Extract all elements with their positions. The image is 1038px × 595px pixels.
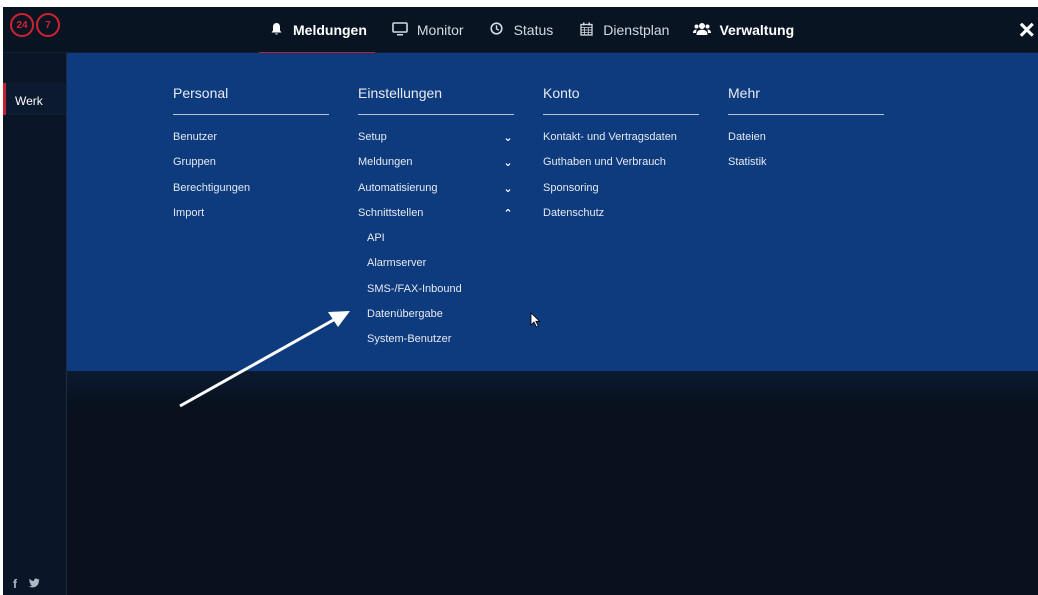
menu-column-einstellungen: Einstellungen Setup ⌄ Meldungen ⌄ Automati…: [358, 77, 514, 359]
app-window: 24 7 Meldungen Monitor Status Dienstplan…: [3, 7, 1038, 595]
menu-item-automatisierung[interactable]: Automatisierung ⌄: [358, 182, 514, 207]
chevron-down-icon[interactable]: ⌄: [502, 156, 514, 169]
submenu-item-alarmserver[interactable]: Alarmserver: [358, 257, 514, 282]
submenu-item-datenuebergabe[interactable]: Datenübergabe: [358, 308, 514, 333]
social-links: f: [13, 577, 40, 591]
nav-verwaltung[interactable]: Verwaltung: [681, 7, 806, 53]
menu-item-statistik[interactable]: Statistik: [728, 156, 884, 181]
menu-item-kontakt-vertragsdaten[interactable]: Kontakt- und Vertragsdaten: [543, 131, 699, 156]
twitter-icon[interactable]: [29, 577, 40, 591]
nav-status[interactable]: Status: [476, 7, 566, 53]
menu-heading-personal: Personal: [173, 77, 329, 115]
menu-item-guthaben-verbrauch[interactable]: Guthaben und Verbrauch: [543, 156, 699, 181]
nav-monitor-label: Monitor: [416, 22, 464, 38]
nav-dienstplan-label: Dienstplan: [603, 22, 670, 38]
menu-item-dateien[interactable]: Dateien: [728, 131, 884, 156]
sidebar: Werk f: [3, 53, 67, 595]
admin-menu-panel: Personal Benutzer Gruppen Berechtigungen…: [67, 53, 1038, 371]
logo[interactable]: 24 7: [10, 13, 60, 37]
chevron-up-icon[interactable]: ⌃: [502, 207, 514, 220]
nav-dienstplan[interactable]: Dienstplan: [565, 7, 681, 53]
menu-item-gruppen[interactable]: Gruppen: [173, 156, 329, 181]
users-icon: [693, 22, 712, 39]
monitor-icon: [391, 21, 409, 39]
top-navbar: 24 7 Meldungen Monitor Status Dienstplan…: [3, 7, 1038, 54]
logo-7: 7: [36, 13, 60, 37]
menu-column-personal: Personal Benutzer Gruppen Berechtigungen…: [173, 77, 329, 232]
nav-status-label: Status: [513, 22, 554, 38]
menu-heading-konto: Konto: [543, 77, 699, 115]
menu-item-meldungen[interactable]: Meldungen ⌄: [358, 156, 514, 181]
nav-verwaltung-label: Verwaltung: [719, 22, 795, 38]
sidebar-item-werk[interactable]: Werk: [3, 83, 66, 115]
menu-item-berechtigungen[interactable]: Berechtigungen: [173, 182, 329, 207]
submenu-item-sms-fax-inbound[interactable]: SMS-/FAX-Inbound: [358, 283, 514, 308]
bell-icon: [267, 22, 285, 39]
menu-column-konto: Konto Kontakt- und Vertragsdaten Guthabe…: [543, 77, 699, 232]
menu-heading-mehr: Mehr: [728, 77, 884, 115]
clock-icon: [488, 22, 506, 38]
submenu-item-system-benutzer[interactable]: System-Benutzer: [358, 333, 514, 358]
menu-item-datenschutz[interactable]: Datenschutz: [543, 207, 699, 232]
nav-monitor[interactable]: Monitor: [379, 7, 476, 53]
menu-item-sponsoring[interactable]: Sponsoring: [543, 182, 699, 207]
close-icon[interactable]: ×: [1019, 16, 1035, 44]
menu-item-schnittstellen[interactable]: Schnittstellen ⌃: [358, 207, 514, 232]
chevron-down-icon[interactable]: ⌄: [502, 182, 514, 195]
content-background: [67, 371, 1038, 407]
nav-meldungen-label: Meldungen: [293, 22, 367, 38]
logo-24: 24: [10, 13, 34, 37]
chevron-down-icon[interactable]: ⌄: [502, 131, 514, 144]
facebook-icon[interactable]: f: [13, 577, 17, 591]
nav-meldungen[interactable]: Meldungen: [255, 7, 379, 54]
menu-item-import[interactable]: Import: [173, 207, 329, 232]
menu-item-setup[interactable]: Setup ⌄: [358, 131, 514, 156]
calendar-icon: [577, 22, 595, 39]
submenu-item-api[interactable]: API: [358, 232, 514, 257]
menu-column-mehr: Mehr Dateien Statistik: [728, 77, 884, 182]
main-nav: Meldungen Monitor Status Dienstplan Verw…: [255, 7, 806, 54]
menu-item-benutzer[interactable]: Benutzer: [173, 131, 329, 156]
menu-heading-einstellungen: Einstellungen: [358, 77, 514, 115]
